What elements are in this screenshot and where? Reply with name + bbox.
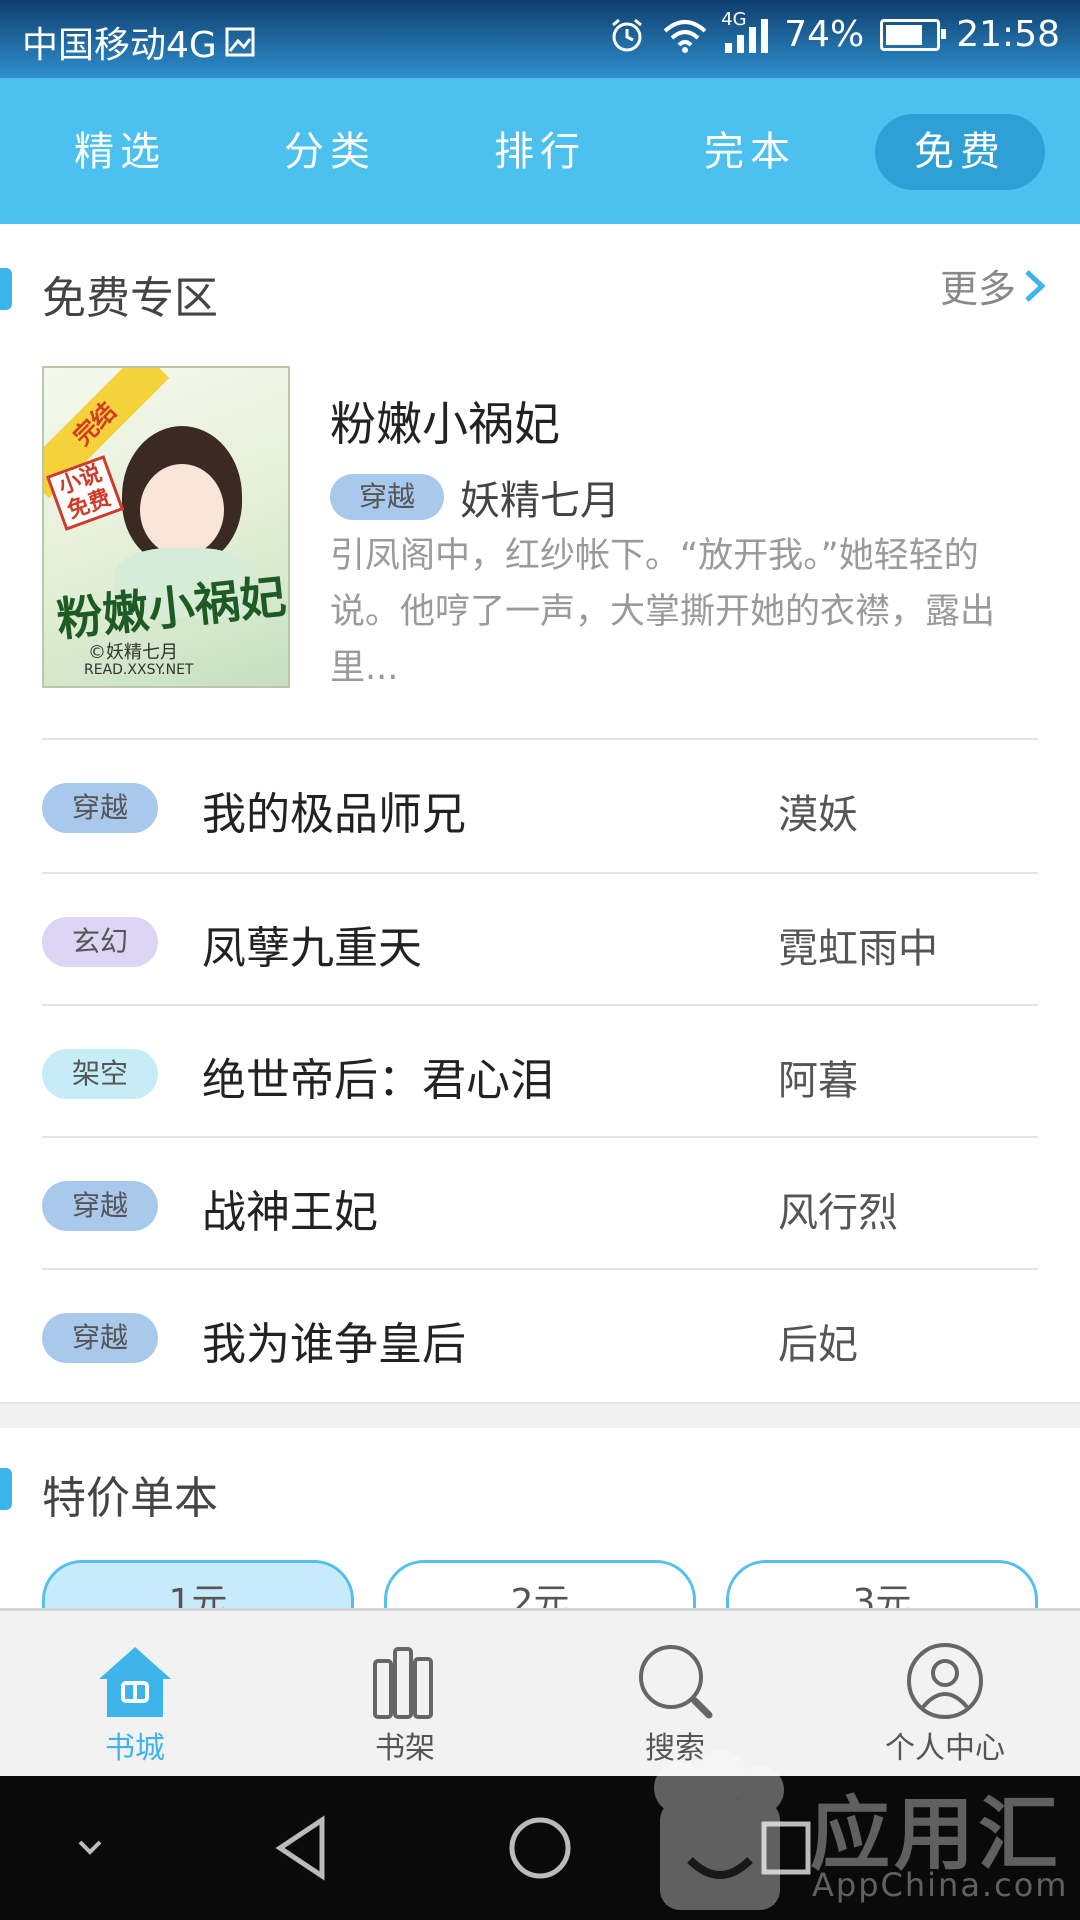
status-bar: 中国移动4G 4G 74% 21:58: [0, 0, 1080, 78]
carrier-label: 中国移动4G: [22, 25, 217, 66]
book-title: 凤孽九重天: [202, 923, 422, 974]
watermark: 应用汇 AppChina.com: [640, 1740, 1080, 1920]
free-section-title: 免费专区: [42, 273, 218, 324]
home-icon: [99, 1647, 171, 1717]
collapse-icon[interactable]: [72, 1830, 108, 1866]
book-title: 战神王妃: [202, 1187, 378, 1238]
book-row[interactable]: 玄幻 凤孽九重天 霓虹雨中: [42, 872, 1038, 1006]
battery-icon: [880, 18, 947, 51]
section-divider: [0, 1402, 1080, 1428]
book-author: 霓虹雨中: [778, 926, 938, 972]
featured-description: 引凤阁中，红纱帐下。“放开我。”她轻轻的说。他哼了一声，大掌撕开她的衣襟，露出里…: [330, 536, 996, 688]
clock: 21:58: [956, 14, 1060, 55]
book-title: 绝世帝后：君心泪: [202, 1055, 554, 1106]
top-nav: 精选 分类 排行 完本 免费: [0, 78, 1080, 224]
status-right: 4G 74% 21:58: [609, 9, 1060, 55]
book-row[interactable]: 穿越 我的极品师兄 漠妖: [42, 738, 1038, 872]
tab-completed[interactable]: 完本: [665, 114, 835, 190]
battery-percent: 74%: [784, 14, 865, 55]
book-title: 我为谁争皇后: [202, 1319, 466, 1370]
book-cover[interactable]: 完结 小说免费 粉嫩小祸妃 ©妖精七月 READ.XXSY.NET: [42, 366, 290, 688]
section-accent-bar: [0, 1468, 12, 1510]
price-section-title: 特价单本: [42, 1473, 218, 1524]
cover-author: ©妖精七月: [88, 642, 178, 663]
book-author: 漠妖: [778, 792, 858, 838]
cover-character: [122, 426, 242, 566]
bookshelf-icon: [373, 1647, 433, 1719]
genre-tag: 架空: [42, 1049, 158, 1099]
cover-site: READ.XXSY.NET: [84, 662, 194, 678]
featured-book-title[interactable]: 粉嫩小祸妃: [330, 388, 560, 454]
nav-bookstore-label: 书城: [105, 1731, 165, 1766]
home-circle-icon[interactable]: [506, 1812, 574, 1884]
section-accent-bar: [0, 268, 12, 310]
nav-bookshelf[interactable]: 书架: [270, 1611, 540, 1779]
genre-tag: 穿越: [42, 1181, 158, 1231]
genre-tag: 穿越: [42, 783, 158, 833]
book-title: 我的极品师兄: [202, 789, 466, 840]
chevron-right-icon: [1025, 269, 1046, 302]
nav-bookstore[interactable]: 书城: [0, 1611, 270, 1779]
genre-tag: 穿越: [42, 1313, 158, 1363]
back-icon[interactable]: [270, 1812, 334, 1884]
more-button[interactable]: 更多: [940, 258, 1048, 313]
featured-genre-tag: 穿越: [330, 474, 444, 520]
book-author: 后妃: [778, 1322, 858, 1368]
tab-ranking[interactable]: 排行: [455, 114, 625, 190]
featured-author: 妖精七月: [460, 478, 620, 524]
nav-bookshelf-label: 书架: [375, 1731, 435, 1766]
tab-category[interactable]: 分类: [245, 114, 415, 190]
book-row[interactable]: 穿越 我为谁争皇后 后妃: [42, 1268, 1038, 1402]
tab-featured[interactable]: 精选: [35, 114, 205, 190]
signal-icon: 4G: [721, 9, 769, 53]
genre-tag: 玄幻: [42, 917, 158, 967]
image-icon: [225, 27, 255, 57]
cover-title-art: 粉嫩小祸妃: [54, 569, 289, 647]
book-author: 风行烈: [778, 1190, 898, 1236]
watermark-subtext: AppChina.com: [812, 1866, 1069, 1904]
wifi-icon: [663, 19, 707, 53]
more-label: 更多: [939, 267, 1016, 311]
network-badge: 4G: [721, 8, 747, 30]
status-left: 中国移动4G: [22, 16, 255, 68]
tab-free[interactable]: 免费: [875, 114, 1045, 190]
search-icon: [639, 1645, 713, 1719]
book-row[interactable]: 穿越 战神王妃 风行烈: [42, 1136, 1038, 1270]
alarm-icon: [612, 18, 643, 51]
book-author: 阿暮: [778, 1058, 858, 1104]
user-icon: [907, 1643, 983, 1719]
book-row[interactable]: 架空 绝世帝后：君心泪 阿暮: [42, 1004, 1038, 1138]
watermark-logo-icon: [654, 1750, 784, 1910]
